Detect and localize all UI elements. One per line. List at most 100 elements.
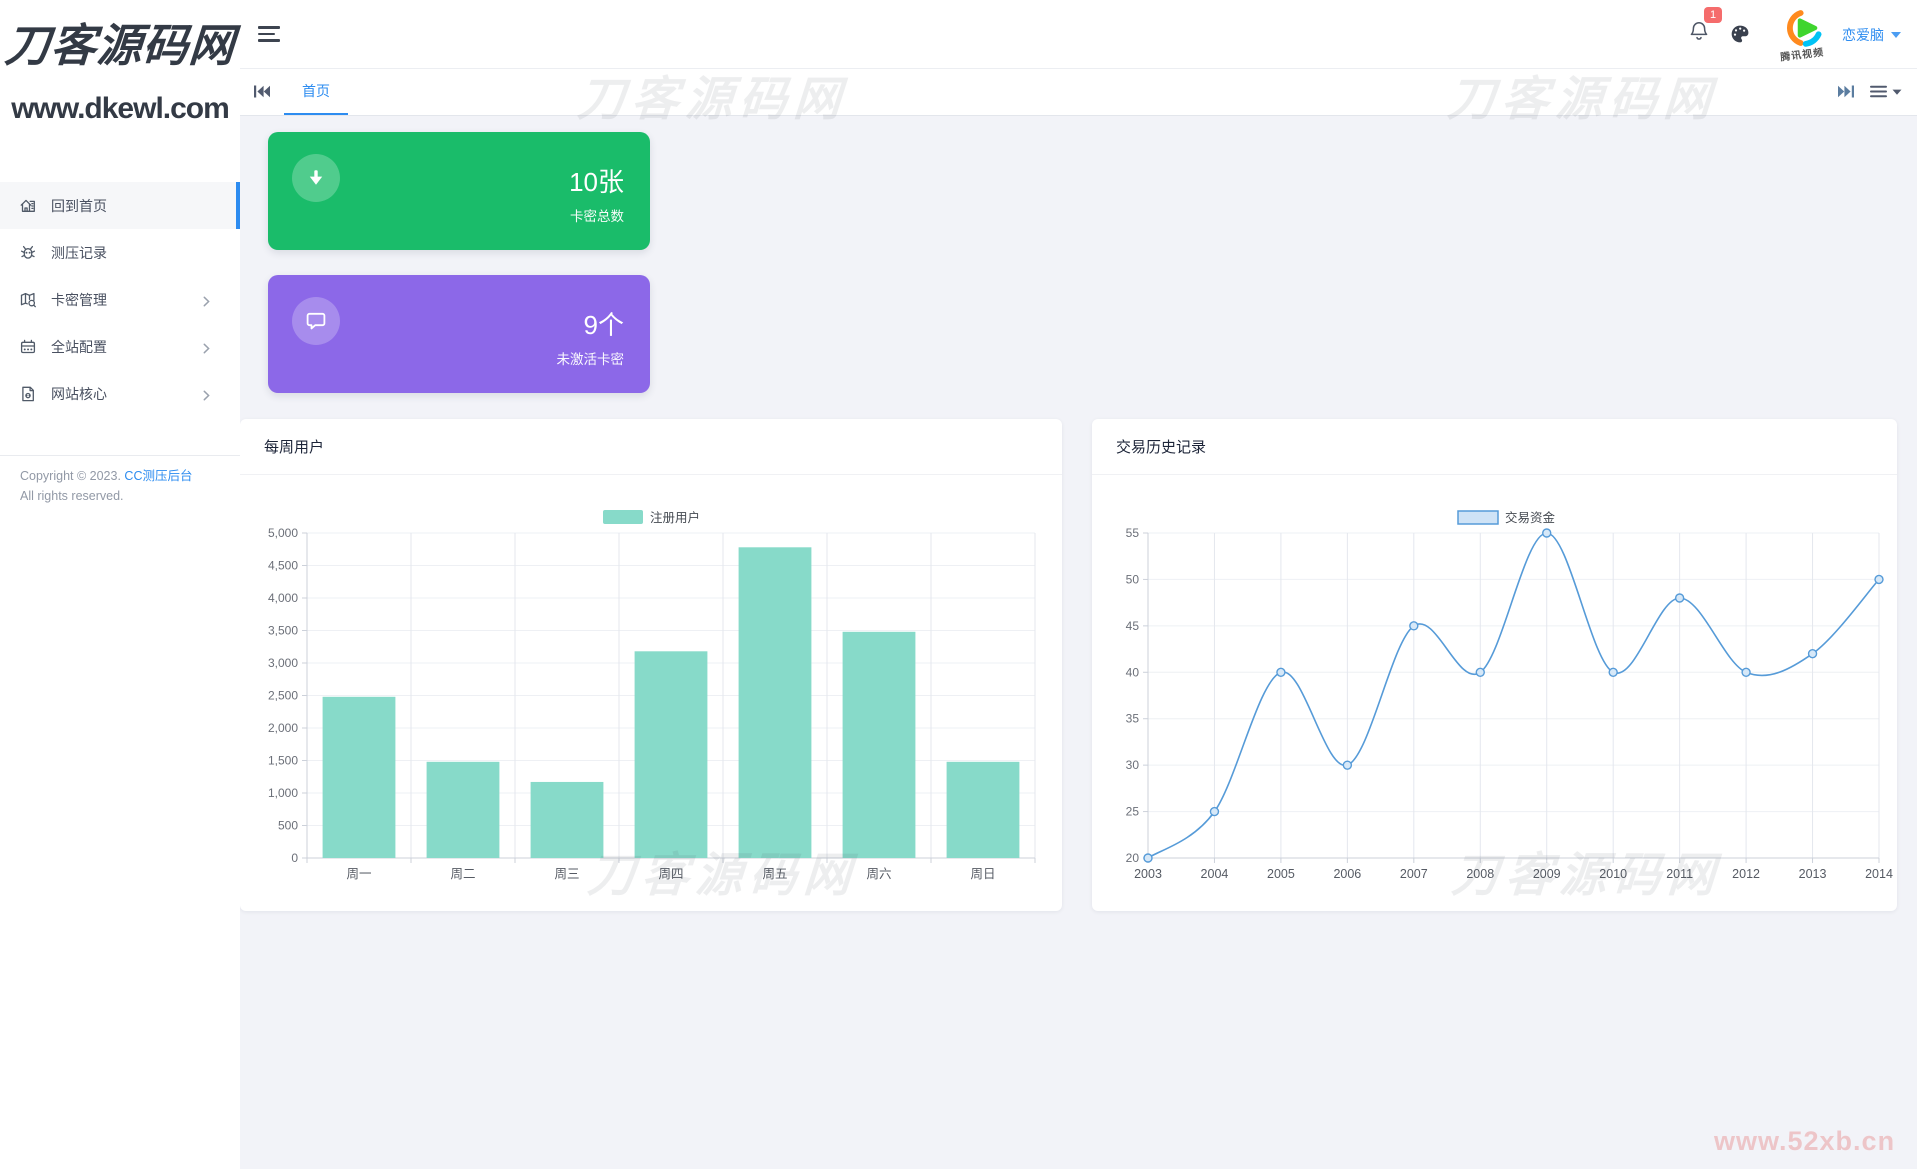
svg-text:20: 20: [1126, 851, 1140, 865]
svg-text:注册用户: 注册用户: [650, 510, 700, 525]
svg-text:周三: 周三: [554, 867, 579, 881]
svg-text:45: 45: [1126, 619, 1140, 633]
svg-text:2011: 2011: [1666, 867, 1693, 881]
svg-text:4,000: 4,000: [268, 591, 298, 605]
download-arrow-icon: [292, 154, 340, 202]
stat-value: 10张: [569, 162, 624, 199]
trade-history-chart: 20 25 30 35 40 45 50 55 2003 2004 2005 2006 2007 2008…: [1092, 475, 1897, 911]
tabs-scroll-left-button[interactable]: [254, 85, 270, 103]
copyright-link[interactable]: CC测压后台: [124, 469, 192, 483]
svg-text:周四: 周四: [658, 867, 683, 881]
menu-collapse-icon[interactable]: [258, 26, 280, 42]
stat-card-inactive-cards: 9个 未激活卡密: [268, 275, 650, 393]
chevron-right-icon: [203, 388, 210, 404]
svg-text:2003: 2003: [1134, 867, 1162, 881]
svg-text:3,000: 3,000: [268, 656, 298, 670]
svg-text:周二: 周二: [450, 867, 475, 881]
svg-text:2007: 2007: [1400, 867, 1428, 881]
tabs-scroll-right-button[interactable]: [1838, 85, 1854, 103]
notification-badge: 1: [1704, 7, 1722, 23]
svg-text:55: 55: [1126, 526, 1140, 540]
svg-text:30: 30: [1126, 758, 1140, 772]
logo-subtitle: www.dkewl.com: [0, 86, 240, 132]
svg-text:周五: 周五: [762, 867, 787, 881]
weekly-users-chart: 0 500 1,000 1,500 2,000 2,500 3,000 3,500 4,000 4…: [240, 475, 1062, 911]
svg-text:周一: 周一: [346, 867, 371, 881]
svg-text:3,500: 3,500: [268, 624, 298, 638]
sidebar-item-card-management[interactable]: 卡密管理: [0, 276, 240, 323]
svg-text:交易资金: 交易资金: [1505, 510, 1556, 525]
svg-text:500: 500: [278, 819, 298, 833]
calendar-icon: [19, 338, 37, 356]
watermark-bottom-right: www.52xb.cn: [1714, 1126, 1895, 1157]
svg-text:4,500: 4,500: [268, 559, 298, 573]
stat-label: 未激活卡密: [557, 348, 625, 368]
stat-label: 卡密总数: [570, 205, 624, 225]
copyright-line2: All rights reserved.: [20, 489, 124, 503]
logo-title: 刀客源码网: [0, 6, 243, 86]
stat-card-total-cards: 10张 卡密总数: [268, 132, 650, 250]
svg-text:25: 25: [1126, 805, 1140, 819]
svg-text:周日: 周日: [970, 867, 995, 881]
sidebar-item-site-config[interactable]: 全站配置: [0, 323, 240, 370]
chevron-right-icon: [203, 294, 210, 310]
logo: 刀客源码网 www.dkewl.com: [0, 6, 240, 132]
svg-text:2004: 2004: [1201, 867, 1229, 881]
svg-text:2013: 2013: [1799, 867, 1827, 881]
chat-bubble-icon: [292, 297, 340, 345]
user-dropdown[interactable]: 恋爱脑: [1842, 25, 1901, 45]
tabs-menu-button[interactable]: [1870, 85, 1902, 103]
sidebar-item-site-core[interactable]: 网站核心: [0, 370, 240, 417]
svg-text:5,000: 5,000: [268, 526, 298, 540]
svg-text:周六: 周六: [866, 867, 891, 881]
home-icon: [19, 197, 37, 215]
map-search-icon: [19, 291, 37, 309]
sidebar-menu: 回到首页 测压记录 卡密管理: [0, 182, 240, 417]
copyright: Copyright © 2023. CC测压后台 All rights rese…: [20, 466, 225, 506]
avatar[interactable]: [1784, 8, 1824, 48]
sidebar-divider: [0, 455, 240, 456]
svg-text:1,000: 1,000: [268, 786, 298, 800]
sidebar-item-stress-log[interactable]: 测压记录: [0, 229, 240, 276]
svg-text:1,500: 1,500: [268, 754, 298, 768]
copyright-prefix: Copyright © 2023.: [20, 469, 121, 483]
bar-chart-legend[interactable]: 注册用户: [603, 510, 700, 525]
weekly-users-card: 每周用户 0 500 1,000 1,500 2,000 2,500 3,000 3,500 4…: [240, 419, 1062, 911]
stat-value: 9个: [584, 305, 624, 342]
svg-text:2008: 2008: [1466, 867, 1494, 881]
sidebar-item-label: 测压记录: [51, 243, 107, 263]
sidebar-item-label: 全站配置: [51, 337, 107, 357]
svg-text:2009: 2009: [1533, 867, 1561, 881]
sidebar-item-label: 网站核心: [51, 384, 107, 404]
svg-text:35: 35: [1126, 712, 1140, 726]
svg-text:2,500: 2,500: [268, 689, 298, 703]
svg-text:40: 40: [1126, 665, 1140, 679]
sidebar-item-label: 卡密管理: [51, 290, 107, 310]
notification-bell-icon[interactable]: [1688, 20, 1714, 48]
svg-text:0: 0: [291, 851, 298, 865]
svg-text:2,000: 2,000: [268, 721, 298, 735]
sidebar-item-label: 回到首页: [51, 196, 107, 216]
tabbar: 首页: [240, 69, 1917, 116]
svg-text:2014: 2014: [1865, 867, 1893, 881]
sidebar: 刀客源码网 www.dkewl.com 回到首页: [0, 0, 240, 1169]
tab-label: 首页: [302, 81, 330, 101]
sidebar-item-home[interactable]: 回到首页: [0, 182, 240, 229]
document-icon: [19, 385, 37, 403]
svg-text:2012: 2012: [1732, 867, 1760, 881]
bug-icon: [19, 244, 37, 262]
header: 1 腾讯视频 恋爱脑: [240, 0, 1917, 69]
svg-text:50: 50: [1126, 572, 1140, 586]
trade-history-card: 交易历史记录 202530354045505520032004200520062…: [1092, 419, 1897, 911]
weekly-users-title: 每周用户: [240, 419, 1062, 475]
tab-home[interactable]: 首页: [284, 69, 348, 115]
chevron-down-icon: [1891, 32, 1901, 38]
chevron-right-icon: [203, 341, 210, 357]
username: 恋爱脑: [1842, 25, 1884, 45]
svg-text:2006: 2006: [1333, 867, 1361, 881]
svg-text:2005: 2005: [1267, 867, 1295, 881]
theme-palette-icon[interactable]: [1730, 24, 1750, 44]
trade-history-title: 交易历史记录: [1092, 419, 1897, 475]
svg-text:2010: 2010: [1599, 867, 1627, 881]
line-chart-legend[interactable]: 交易资金: [1458, 510, 1556, 525]
